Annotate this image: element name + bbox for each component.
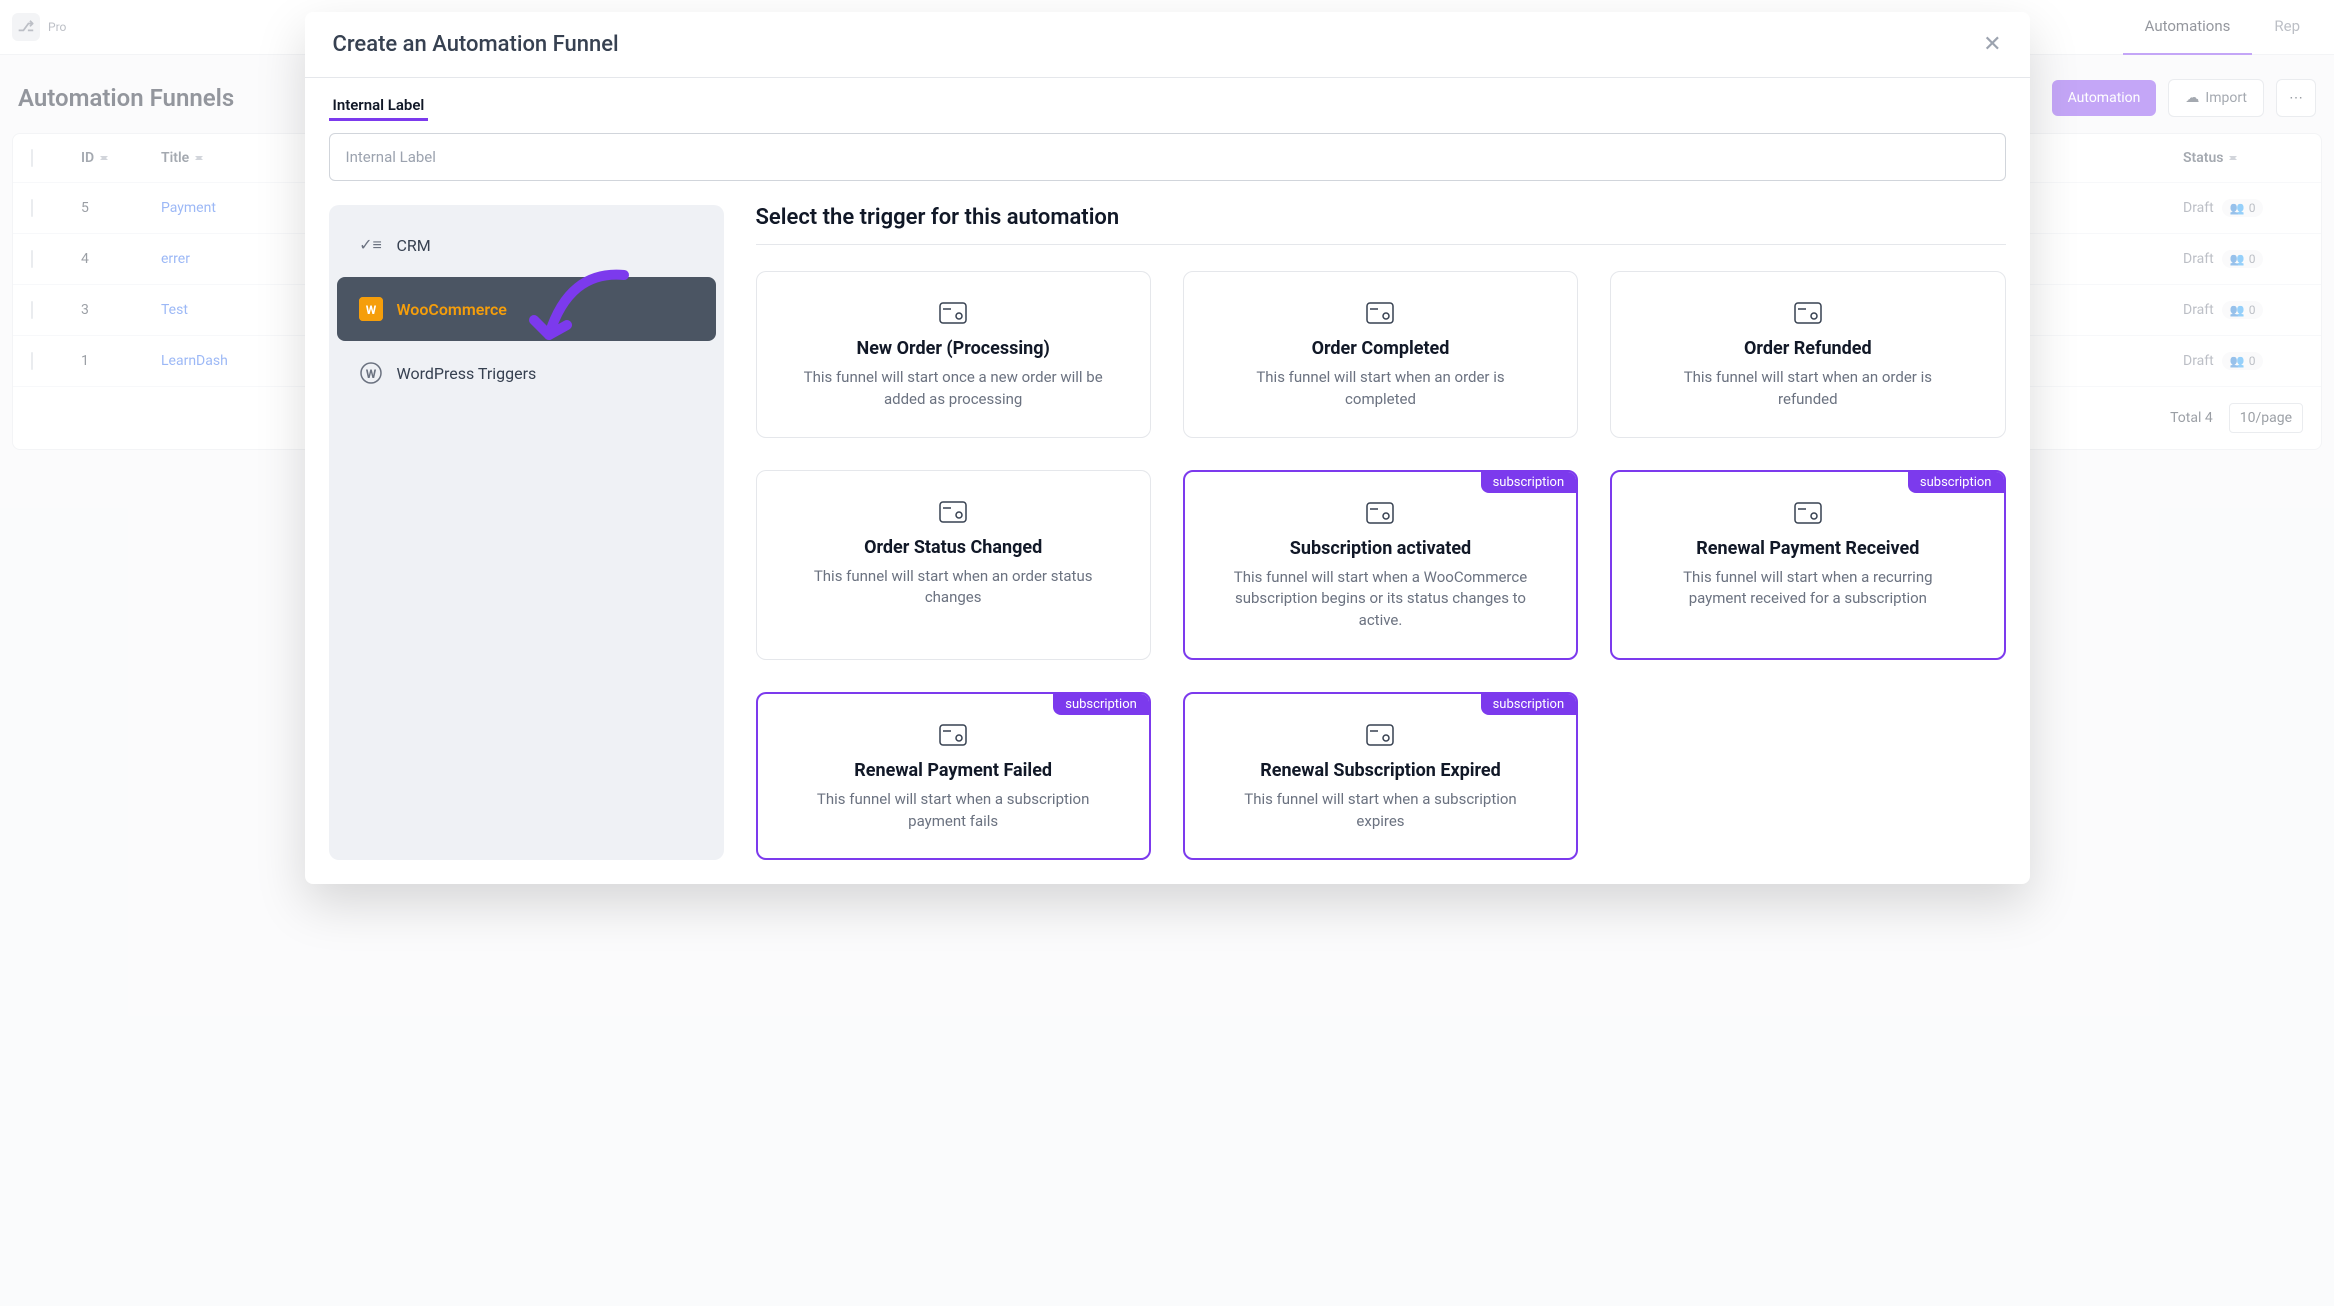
sidebar-item-crm[interactable]: ✓≡ CRM [337,213,716,277]
trigger-section-title: Select the trigger for this automation [756,205,2006,245]
trigger-card-order-status-changed[interactable]: Order Status Changed This funnel will st… [756,470,1151,660]
card-title: Renewal Payment Received [1638,538,1977,559]
annotation-arrow-icon [529,265,639,364]
card-title: Subscription activated [1211,538,1550,559]
sidebar-item-wordpress[interactable]: W WordPress Triggers [337,341,716,405]
coupon-icon [1366,302,1394,324]
coupon-icon [1794,302,1822,324]
coupon-icon [1794,502,1822,524]
card-title: Order Status Changed [783,537,1124,558]
internal-label-input[interactable] [329,133,2006,181]
coupon-icon [939,501,967,523]
modal-overlay: Create an Automation Funnel ✕ Internal L… [0,0,2334,1306]
svg-text:W: W [365,303,376,317]
card-desc: This funnel will start when an order is … [1653,367,1963,411]
card-title: Order Refunded [1637,338,1978,359]
trigger-card-order-refunded[interactable]: Order Refunded This funnel will start wh… [1610,271,2005,438]
card-title: Order Completed [1210,338,1551,359]
subscription-badge: subscription [1481,472,1577,493]
subscription-badge: subscription [1053,694,1149,715]
trigger-category-sidebar: ✓≡ CRM W WooCommerce W WordPress Trigger… [329,205,724,860]
card-desc: This funnel will start when a recurring … [1653,567,1963,611]
coupon-icon [939,302,967,324]
sidebar-item-label: CRM [397,236,431,255]
modal-title: Create an Automation Funnel [333,32,619,57]
svg-text:W: W [365,367,376,381]
card-desc: This funnel will start when an order is … [1225,367,1535,411]
card-title: New Order (Processing) [783,338,1124,359]
subscription-badge: subscription [1481,694,1577,715]
card-desc: This funnel will start when an order sta… [798,566,1108,610]
create-automation-modal: Create an Automation Funnel ✕ Internal L… [305,12,2030,884]
close-icon[interactable]: ✕ [1983,34,2001,56]
internal-label-tab[interactable]: Internal Label [329,78,429,121]
trigger-card-order-completed[interactable]: Order Completed This funnel will start w… [1183,271,1578,438]
sidebar-item-woocommerce[interactable]: W WooCommerce [337,277,716,341]
coupon-icon [1366,502,1394,524]
card-desc: This funnel will start when a subscripti… [798,789,1108,833]
wordpress-icon: W [359,361,383,385]
trigger-card-renewal-payment-received[interactable]: subscription Renewal Payment Received Th… [1610,470,2005,660]
card-desc: This funnel will start when a subscripti… [1225,789,1535,833]
sidebar-item-label: WordPress Triggers [397,364,537,383]
card-desc: This funnel will start when a WooCommerc… [1225,567,1535,632]
subscription-badge: subscription [1908,472,2004,493]
trigger-card-new-order[interactable]: New Order (Processing) This funnel will … [756,271,1151,438]
card-title: Renewal Payment Failed [784,760,1123,781]
trigger-card-renewal-payment-failed[interactable]: subscription Renewal Payment Failed This… [756,692,1151,861]
checklist-icon: ✓≡ [359,233,383,257]
card-desc: This funnel will start once a new order … [798,367,1108,411]
sidebar-item-label: WooCommerce [397,300,507,319]
trigger-card-renewal-subscription-expired[interactable]: subscription Renewal Subscription Expire… [1183,692,1578,861]
woocommerce-icon: W [359,297,383,321]
coupon-icon [939,724,967,746]
card-title: Renewal Subscription Expired [1211,760,1550,781]
trigger-card-subscription-activated[interactable]: subscription Subscription activated This… [1183,470,1578,660]
coupon-icon [1366,724,1394,746]
